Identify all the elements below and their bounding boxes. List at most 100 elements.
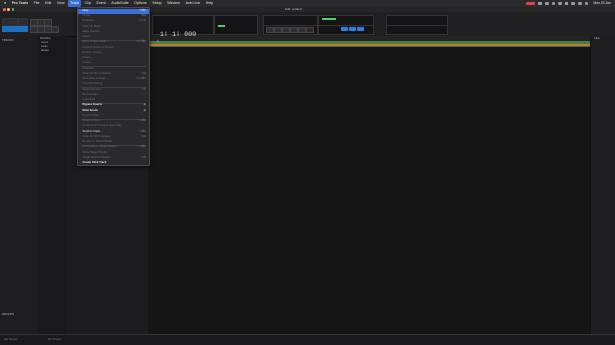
- track-menu-item[interactable]: Delete: [78, 35, 149, 40]
- menu-item-label: Move to New Folder...: [83, 40, 110, 45]
- tracklist-item[interactable]: Audio: [41, 45, 48, 48]
- control-center-icon[interactable]: [585, 2, 589, 6]
- search-icon[interactable]: [578, 2, 582, 6]
- record-button-icon[interactable]: [306, 27, 314, 34]
- track-menu-item[interactable]: Freeze: [78, 56, 149, 61]
- menu-item-label: Composite to Target Playlist: [83, 145, 117, 150]
- menubar: ● Pro Tools File Edit View Track Clip Ev…: [0, 0, 615, 7]
- track-menu-item[interactable]: Record Safe: [78, 93, 149, 98]
- track-menu-item[interactable]: Commit Tracks to Playlist...: [78, 46, 149, 51]
- track-menu-item[interactable]: Mute Sends▶: [78, 109, 149, 114]
- mix-window-tab[interactable]: Mix Window: [48, 338, 61, 341]
- menu-item-label: Freeze: [83, 56, 92, 61]
- menu-item-shortcut: ⌥C: [141, 72, 146, 77]
- track-menu-item[interactable]: Set Record Tracks to Input Only: [78, 124, 149, 129]
- app-icon[interactable]: [552, 2, 556, 6]
- clock[interactable]: Mon 23 Jan: [591, 0, 613, 7]
- menu-track[interactable]: Track: [68, 0, 81, 7]
- menu-help[interactable]: Help: [203, 0, 215, 7]
- menu-avid-link[interactable]: Avid Link: [183, 0, 202, 7]
- track-menu-item[interactable]: Scroll to Track... ⌥⌘F: [78, 130, 149, 135]
- track-menu-item[interactable]: Scroll into View⌥F: [78, 88, 149, 93]
- track-menu-item[interactable]: Input Monitoring: [78, 82, 149, 87]
- minimize-icon[interactable]: [7, 8, 10, 11]
- zoom-icon[interactable]: [12, 8, 15, 11]
- track-menu-item[interactable]: Show Target Playlist: [78, 151, 149, 156]
- track-menu-item[interactable]: Solo Mute Settings⌥⇧⌘C: [78, 77, 149, 82]
- menu-item-shortcut: ▶: [144, 103, 146, 108]
- menu-item-label: Bounce to Track Playlist: [83, 140, 112, 145]
- menu-item-label: Duplicate...: [83, 19, 97, 24]
- menu-edit[interactable]: Edit: [43, 0, 54, 7]
- nudge-indicator: [218, 25, 225, 27]
- bluetooth-icon[interactable]: [558, 2, 562, 6]
- mode-box[interactable]: [18, 18, 28, 26]
- screen-icon[interactable]: [538, 2, 542, 6]
- track-menu-item[interactable]: Composite to Target Playlist⌥⌘V: [78, 145, 149, 150]
- menu-item-shortcut: ⌥⇧D: [139, 19, 146, 24]
- return-to-zero-icon[interactable]: [266, 27, 274, 34]
- track-menu-item[interactable]: Clear All Clip Indicators⌥C: [78, 135, 149, 140]
- menu-options[interactable]: Options: [132, 0, 149, 7]
- grabber-tool-icon[interactable]: [44, 19, 52, 26]
- track-menu-item[interactable]: Duplicate... ⌥⇧D: [78, 19, 149, 24]
- menu-file[interactable]: File: [31, 0, 41, 7]
- menu-item-label: Split into Mono: [83, 25, 101, 30]
- track-menu-item[interactable]: Bounce to Track Playlist: [78, 140, 149, 145]
- track-menu-item[interactable]: Input Safe: [78, 98, 149, 103]
- wifi-icon[interactable]: [571, 2, 575, 6]
- menu-audiosuite[interactable]: AudioSuite: [109, 0, 131, 7]
- menu-item-label: Delete: [83, 35, 91, 40]
- rewind-icon[interactable]: [274, 27, 282, 34]
- edit-window[interactable]: 1|: [148, 36, 590, 334]
- menu-item-label: Select Tracks: [83, 114, 100, 119]
- tracklist-item[interactable]: Inputs: [41, 41, 48, 44]
- menu-view[interactable]: View: [55, 0, 67, 7]
- wait-for-note-button[interactable]: [341, 27, 348, 31]
- track-menu-item[interactable]: Make Inactive: [78, 30, 149, 35]
- grid-tool-icon[interactable]: [51, 26, 59, 33]
- track-menu-item[interactable]: Create Click Track: [78, 161, 149, 166]
- menu-item-shortcut: ⌥⌘F: [138, 130, 146, 135]
- stop-icon[interactable]: [298, 27, 306, 34]
- menu-setup[interactable]: Setup: [150, 0, 164, 7]
- clips-label[interactable]: Clips: [594, 37, 600, 40]
- menu-item-label: Scroll to Track...: [83, 130, 103, 135]
- track-menu-item[interactable]: Toggle Record Playlist⌥⌘: [78, 156, 149, 161]
- groups-label[interactable]: GROUPS: [2, 312, 14, 316]
- app-name[interactable]: Pro Tools: [9, 0, 30, 7]
- track-menu-item[interactable]: Write Mix: [78, 67, 149, 72]
- tracklist-header[interactable]: Workflow: [40, 37, 51, 40]
- menu-window[interactable]: Window: [165, 0, 182, 7]
- record-icon[interactable]: [545, 2, 549, 6]
- countoff-button[interactable]: [357, 27, 364, 31]
- menu-clip[interactable]: Clip: [82, 0, 93, 7]
- tracklist-item[interactable]: Master: [41, 49, 49, 52]
- fast-forward-icon[interactable]: [282, 27, 290, 34]
- menu-item-label: Scroll into View: [83, 88, 102, 93]
- tracks-label[interactable]: TRACKS: [2, 38, 13, 42]
- cpu-meter: [322, 18, 336, 20]
- apple-icon[interactable]: ●: [0, 0, 8, 7]
- meter-lane[interactable]: [148, 46, 590, 47]
- menu-item-shortcut: ⌥C: [141, 135, 146, 140]
- track-menu-item[interactable]: Bypass Inserts▶: [78, 103, 149, 108]
- metronome-button[interactable]: [349, 27, 356, 31]
- track-menu-item[interactable]: Clear All Clip Indicators⌥C: [78, 72, 149, 77]
- menu-item-label: Create Click Track: [83, 161, 107, 166]
- track-menu-item[interactable]: Create...: [78, 61, 149, 66]
- edit-mode-button[interactable]: [2, 26, 28, 32]
- display-icon[interactable]: [565, 2, 569, 6]
- track-menu-item[interactable]: Split into Mono: [78, 25, 149, 30]
- track-menu-item[interactable]: Move to New Folder...⌥⇧⌘N: [78, 40, 149, 45]
- edit-window-tab[interactable]: Edit Window: [4, 338, 17, 341]
- bottom-bar: Edit Window Mix Window: [0, 334, 615, 345]
- recording-indicator-icon[interactable]: [526, 2, 535, 5]
- zoom-preset-box[interactable]: [2, 18, 18, 26]
- go-to-end-icon[interactable]: [290, 27, 298, 34]
- track-list: Workflow Inputs Audio Master: [37, 36, 67, 342]
- track-menu-item[interactable]: Select Tracks: [78, 114, 149, 119]
- menu-event[interactable]: Event: [94, 0, 108, 7]
- close-icon[interactable]: [3, 8, 6, 11]
- track-menu-item[interactable]: Bounce Tracks...: [78, 51, 149, 56]
